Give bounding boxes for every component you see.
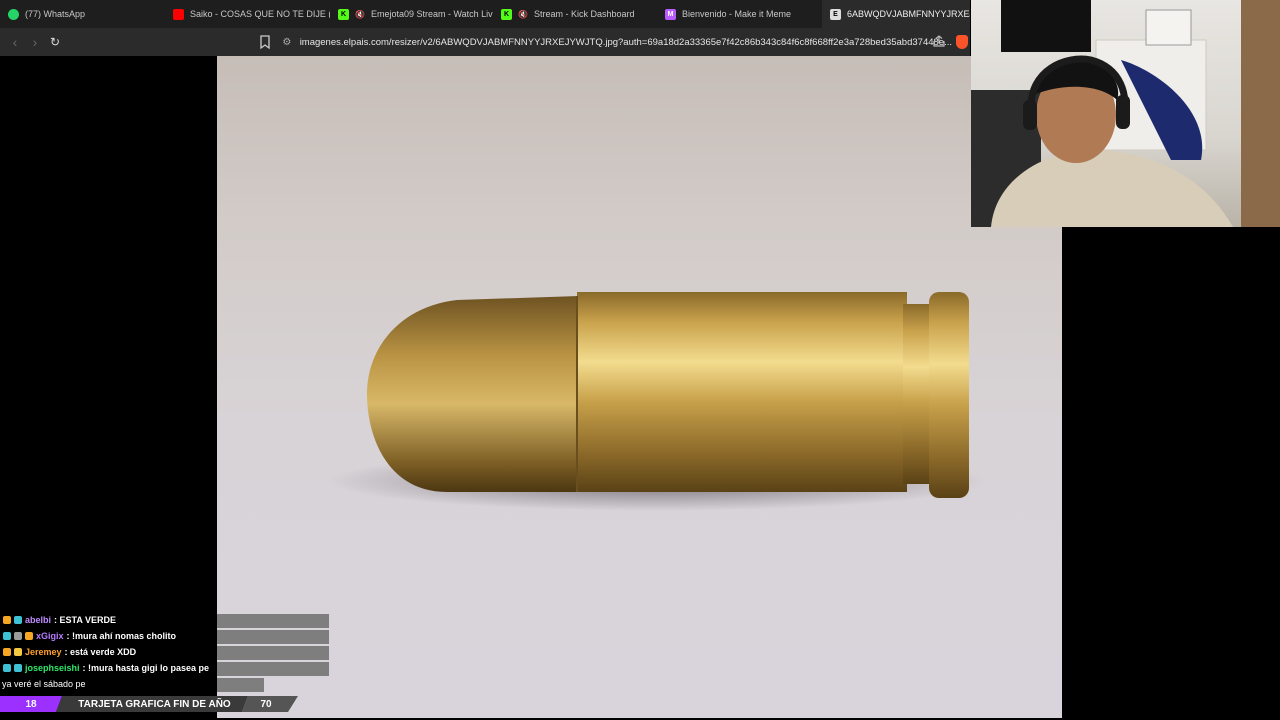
chat-text: : ESTA VERDE	[54, 614, 117, 625]
chat-badge-icon	[14, 663, 22, 672]
mute-icon[interactable]: 🔇	[355, 10, 365, 19]
browser-tab-bar: (77) WhatsApp Saiko - COSAS QUE NO TE DI…	[0, 0, 970, 28]
tab-label: 6ABWQDVJABMFNNYYJRXEJYWT	[847, 9, 970, 19]
chat-bar	[217, 614, 329, 628]
tab-kick-stream[interactable]: K 🔇 Emejota09 Stream - Watch Live o	[330, 0, 493, 28]
kick-icon: K	[501, 8, 512, 20]
reload-button[interactable]: ↻	[46, 33, 64, 51]
tab-label: Emejota09 Stream - Watch Live o	[370, 9, 493, 19]
chat-bar	[217, 678, 264, 692]
tab-image-active[interactable]: E 6ABWQDVJABMFNNYYJRXEJYWT	[822, 0, 970, 28]
chat-message: Jeremey : está verde XDD	[3, 644, 136, 659]
makeitmeme-icon: M	[665, 8, 676, 20]
chat-username: Jeremey	[25, 646, 62, 657]
brave-shields-icon[interactable]	[956, 35, 968, 49]
chat-username: xGigix	[36, 630, 64, 641]
goal-title: TARJETA GRAFICA FIN DE AÑO	[78, 698, 231, 710]
chat-username: josephseishi	[25, 662, 80, 673]
chat-badge-icon	[14, 631, 22, 640]
chat-badge-icon	[25, 631, 33, 640]
tab-label: Bienvenido - Make it Meme	[682, 9, 792, 19]
goal-current-value: 18	[25, 698, 37, 710]
mute-icon[interactable]: 🔇	[518, 10, 528, 19]
kick-icon: K	[338, 8, 349, 20]
forward-button[interactable]: ›	[26, 33, 44, 51]
tab-whatsapp[interactable]: (77) WhatsApp	[0, 0, 165, 28]
chat-badge-icon	[14, 615, 22, 624]
chat-badge-icon	[3, 615, 11, 624]
goal-target-value: 70	[260, 698, 272, 710]
chat-message: abelbi : ESTA VERDE	[3, 612, 116, 627]
chat-username: abelbi	[25, 614, 52, 625]
chat-message: ya veré el sábado pe	[2, 676, 86, 691]
chat-text: : !mura ahí nomas cholito	[66, 630, 177, 641]
share-icon[interactable]	[932, 34, 948, 50]
chat-text: ya veré el sábado pe	[2, 678, 86, 689]
streamer-webcam	[971, 0, 1280, 227]
tab-label: (77) WhatsApp	[25, 9, 86, 19]
site-info-icon[interactable]: ⚙	[282, 37, 292, 48]
address-url: imagenes.elpais.com/resizer/v2/6ABWQDVJA…	[299, 36, 952, 48]
chat-bar	[217, 662, 329, 676]
chat-bar	[217, 630, 329, 644]
chat-message: josephseishi : !mura hasta gigi lo pasea…	[3, 660, 209, 675]
chat-text: : !mura hasta gigi lo pasea pe	[82, 662, 210, 673]
whatsapp-icon	[8, 8, 19, 20]
goal-bar: 18 TARJETA GRAFICA FIN DE AÑO 70	[0, 696, 300, 712]
chat-badge-icon	[14, 647, 22, 656]
youtube-icon	[173, 8, 184, 20]
chat-message: xGigix : !mura ahí nomas cholito	[3, 628, 176, 643]
tab-label: Stream - Kick Dashboard	[533, 9, 635, 19]
chat-bar	[217, 646, 329, 660]
tab-kick-dashboard[interactable]: K 🔇 Stream - Kick Dashboard	[493, 0, 657, 28]
image-tab-icon: E	[830, 8, 841, 20]
back-button[interactable]: ‹	[6, 33, 24, 51]
displayed-image	[217, 56, 1062, 718]
tab-label: Saiko - COSAS QUE NO TE DIJE (Offi	[190, 9, 330, 19]
tab-make-it-meme[interactable]: M Bienvenido - Make it Meme	[657, 0, 822, 28]
tab-youtube[interactable]: Saiko - COSAS QUE NO TE DIJE (Offi	[165, 0, 330, 28]
browser-toolbar: ‹ › ↻ ⚙ imagenes.elpais.com/resizer/v2/6…	[0, 28, 970, 56]
bookmark-icon[interactable]	[256, 33, 274, 51]
chat-badge-icon	[3, 663, 11, 672]
address-bar[interactable]: ⚙ imagenes.elpais.com/resizer/v2/6ABWQDV…	[282, 31, 952, 53]
webcam-overlay	[971, 0, 1280, 227]
chat-badge-icon	[3, 631, 11, 640]
chat-badge-icon	[3, 647, 11, 656]
bullet-image	[327, 292, 987, 511]
chat-text: : está verde XDD	[64, 646, 137, 657]
